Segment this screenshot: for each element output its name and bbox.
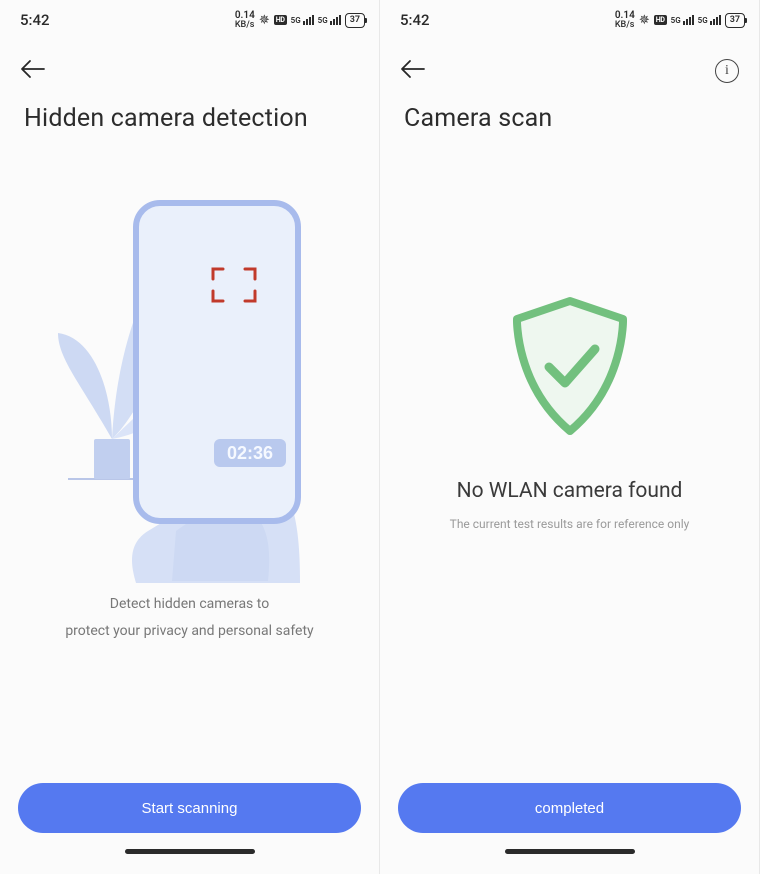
- status-indicators: 0.14KB/s ✵ HD 5G 5G 37: [235, 11, 365, 30]
- content-area: 02:36 Detect hidden cameras to protect y…: [0, 133, 379, 874]
- battery-indicator: 37: [725, 13, 745, 28]
- signal-1: 5G: [671, 15, 694, 25]
- caption-text: Detect hidden cameras to protect your pr…: [65, 591, 313, 644]
- phone-scan-illustration: 02:36: [40, 183, 340, 583]
- bluetooth-icon: ✵: [639, 13, 650, 28]
- signal-2: 5G: [698, 15, 721, 25]
- status-bar: 5:42 0.14KB/s ✵ HD 5G 5G 37: [380, 0, 759, 34]
- hd-badge: HD: [654, 15, 667, 25]
- status-time: 5:42: [400, 11, 430, 29]
- status-bar: 5:42 0.14KB/s ✵ HD 5G 5G 37: [0, 0, 379, 34]
- content-area: No WLAN camera found The current test re…: [380, 133, 759, 874]
- screen-detection: 5:42 0.14KB/s ✵ HD 5G 5G 37 Hidden camer…: [0, 0, 380, 874]
- info-icon[interactable]: i: [715, 59, 739, 83]
- signal-2: 5G: [318, 15, 341, 25]
- status-kbs: 0.14KB/s: [235, 11, 255, 30]
- result-subtext: The current test results are for referen…: [450, 517, 690, 531]
- screen-result: 5:42 0.14KB/s ✵ HD 5G 5G 37 i Camera sca…: [380, 0, 760, 874]
- result-title: No WLAN camera found: [457, 479, 683, 503]
- start-scanning-button[interactable]: Start scanning: [18, 783, 361, 833]
- page-title: Camera scan: [380, 90, 759, 133]
- battery-indicator: 37: [345, 13, 365, 28]
- header: [0, 34, 379, 90]
- gesture-bar[interactable]: [505, 849, 635, 854]
- status-time: 5:42: [20, 11, 50, 29]
- gesture-bar[interactable]: [125, 849, 255, 854]
- status-indicators: 0.14KB/s ✵ HD 5G 5G 37: [615, 11, 745, 30]
- header: i: [380, 34, 759, 90]
- status-kbs: 0.14KB/s: [615, 11, 635, 30]
- back-arrow-icon[interactable]: [20, 59, 46, 83]
- bluetooth-icon: ✵: [259, 13, 270, 28]
- page-title: Hidden camera detection: [0, 90, 379, 133]
- back-arrow-icon[interactable]: [400, 59, 426, 83]
- shield-check-icon: [505, 293, 635, 447]
- bottom-area: Start scanning: [0, 783, 379, 854]
- bottom-area: completed: [380, 783, 759, 854]
- illustration-clock: 02:36: [226, 443, 272, 463]
- completed-button[interactable]: completed: [398, 783, 741, 833]
- signal-1: 5G: [291, 15, 314, 25]
- hd-badge: HD: [274, 15, 287, 25]
